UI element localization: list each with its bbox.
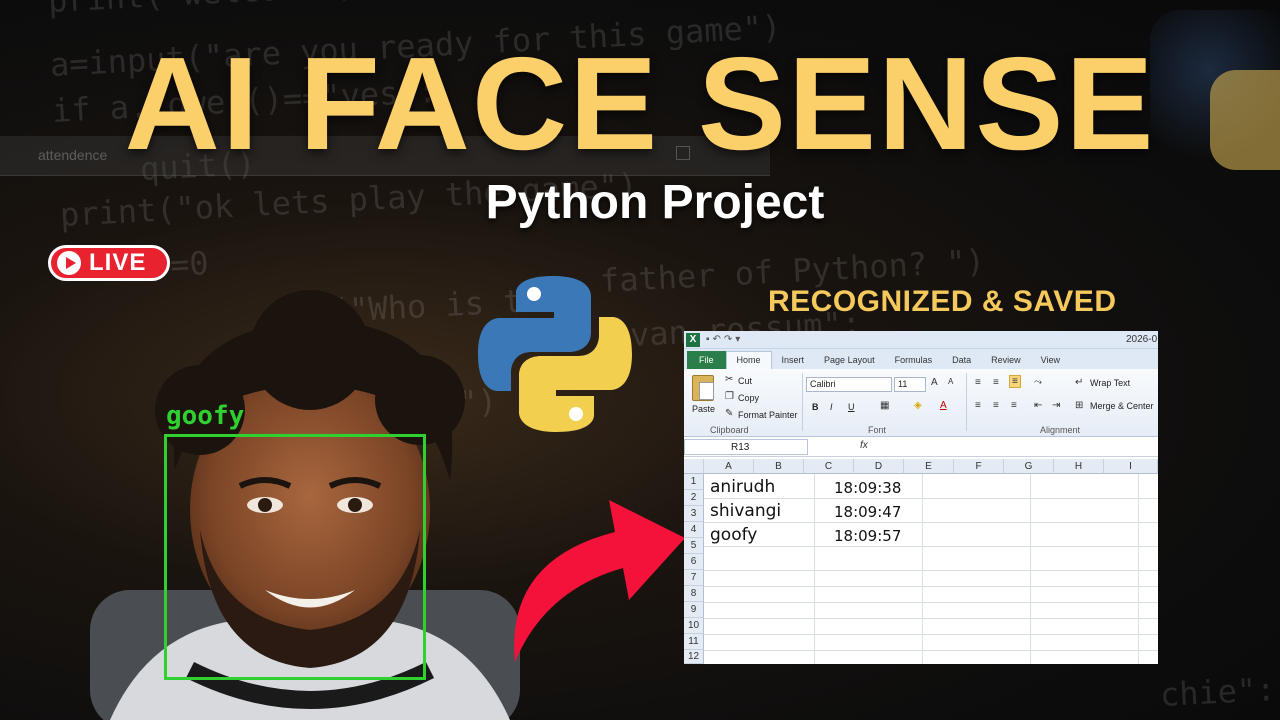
code-line: =0 bbox=[169, 244, 210, 284]
name-box[interactable]: R13 bbox=[684, 439, 808, 455]
tab-insert[interactable]: Insert bbox=[772, 355, 815, 369]
arrow-icon bbox=[514, 500, 685, 662]
column-header[interactable]: I bbox=[1104, 459, 1158, 474]
page-subtitle: Python Project bbox=[485, 176, 825, 229]
align-bottom-icon[interactable]: ≡ bbox=[1009, 375, 1021, 388]
copy-button[interactable]: Copy bbox=[738, 393, 759, 403]
excel-icon: X bbox=[686, 333, 700, 347]
merge-center-button[interactable]: Merge & Center bbox=[1090, 401, 1154, 411]
tab-home[interactable]: Home bbox=[725, 351, 772, 369]
column-header[interactable]: E bbox=[904, 459, 954, 474]
increase-indent-icon[interactable]: ⇥ bbox=[1052, 400, 1060, 411]
live-badge: LIVE bbox=[48, 245, 170, 281]
merge-center-icon: ⊞ bbox=[1075, 400, 1084, 411]
cell-time[interactable]: 18:09:57 bbox=[834, 527, 901, 545]
tab-review[interactable]: Review bbox=[981, 355, 1031, 369]
clipboard-group-label: Clipboard bbox=[710, 425, 749, 435]
row-header[interactable]: 1 bbox=[684, 474, 704, 490]
fill-color-icon[interactable]: ◈ bbox=[914, 400, 922, 411]
document-title: 2026-0 bbox=[1126, 334, 1158, 345]
quick-access-toolbar[interactable]: ▪↶↷▾ bbox=[706, 334, 743, 345]
cell-time[interactable]: 18:09:47 bbox=[834, 503, 901, 521]
live-badge-label: LIVE bbox=[89, 249, 147, 276]
bold-button[interactable]: B bbox=[812, 402, 819, 412]
page-title: AI FACE SENSE bbox=[124, 30, 1156, 177]
spreadsheet-grid[interactable]: A B C D E F G H I 1 2 3 4 5 6 7 8 9 10 1… bbox=[684, 459, 1158, 664]
borders-icon[interactable]: ▦ bbox=[880, 400, 889, 411]
italic-button[interactable]: I bbox=[830, 402, 833, 412]
paste-icon[interactable] bbox=[692, 375, 714, 401]
row-header[interactable]: 5 bbox=[684, 538, 704, 554]
paste-button[interactable]: Paste bbox=[692, 404, 715, 414]
excel-titlebar: X ▪↶↷▾ 2026-0 bbox=[684, 331, 1158, 349]
tab-data[interactable]: Data bbox=[942, 355, 981, 369]
ribbon: Paste ✂ Cut ❐ Copy ✎ Format Painter Clip… bbox=[684, 369, 1158, 437]
tab-file[interactable]: File bbox=[687, 351, 726, 369]
row-header[interactable]: 4 bbox=[684, 522, 704, 538]
align-left-icon[interactable]: ≡ bbox=[975, 400, 981, 411]
align-top-icon[interactable]: ≡ bbox=[975, 377, 981, 388]
ribbon-tabs: File Home Insert Page Layout Formulas Da… bbox=[684, 349, 1158, 369]
tab-formulas[interactable]: Formulas bbox=[885, 355, 943, 369]
shrink-font-icon[interactable]: A bbox=[948, 377, 953, 386]
underline-button[interactable]: U bbox=[848, 402, 855, 412]
decrease-indent-icon[interactable]: ⇤ bbox=[1034, 400, 1042, 411]
align-right-icon[interactable]: ≡ bbox=[1011, 400, 1017, 411]
cell-name[interactable]: goofy bbox=[710, 525, 757, 545]
excel-window: X ▪↶↷▾ 2026-0 File Home Insert Page Layo… bbox=[684, 331, 1158, 664]
cell-time[interactable]: 18:09:38 bbox=[834, 479, 901, 497]
code-line: chie": bbox=[1159, 669, 1277, 714]
row-header[interactable]: 8 bbox=[684, 586, 704, 602]
column-header[interactable]: G bbox=[1004, 459, 1054, 474]
format-painter-icon: ✎ bbox=[725, 408, 734, 419]
font-color-icon[interactable]: A bbox=[940, 400, 947, 411]
grow-font-icon[interactable]: A bbox=[931, 377, 938, 388]
column-header[interactable]: B bbox=[754, 459, 804, 474]
thumbnail: print("welcome") a=input("are you ready … bbox=[0, 0, 1280, 720]
wrap-text-button[interactable]: Wrap Text bbox=[1090, 378, 1130, 388]
column-header[interactable]: A bbox=[704, 459, 754, 474]
row-header[interactable]: 10 bbox=[684, 618, 704, 634]
row-header[interactable]: 6 bbox=[684, 554, 704, 570]
column-header[interactable]: H bbox=[1054, 459, 1104, 474]
column-header[interactable]: D bbox=[854, 459, 904, 474]
cell-name[interactable]: anirudh bbox=[710, 477, 775, 497]
row-header[interactable]: 3 bbox=[684, 506, 704, 522]
cut-icon: ✂ bbox=[725, 374, 734, 385]
wrap-text-icon: ↵ bbox=[1075, 377, 1084, 388]
orientation-icon[interactable]: ⤳ bbox=[1034, 377, 1042, 388]
play-icon bbox=[57, 251, 81, 275]
row-header[interactable]: 12 bbox=[684, 650, 704, 664]
font-name-select[interactable]: Calibri bbox=[806, 377, 892, 392]
copy-icon: ❐ bbox=[725, 391, 734, 402]
format-painter-button[interactable]: Format Painter bbox=[738, 410, 798, 420]
column-header[interactable]: C bbox=[804, 459, 854, 474]
select-all-corner[interactable] bbox=[684, 459, 704, 474]
fx-icon[interactable]: fx bbox=[860, 440, 868, 451]
face-label: goofy bbox=[166, 401, 245, 431]
row-header[interactable]: 9 bbox=[684, 602, 704, 618]
font-size-select[interactable]: 11 bbox=[894, 377, 926, 392]
tab-page-layout[interactable]: Page Layout bbox=[814, 355, 885, 369]
align-center-icon[interactable]: ≡ bbox=[993, 400, 999, 411]
row-header[interactable]: 7 bbox=[684, 570, 704, 586]
row-header[interactable]: 11 bbox=[684, 634, 704, 650]
python-logo-icon bbox=[478, 276, 632, 432]
recognized-saved-label: RECOGNIZED & SAVED bbox=[768, 285, 1117, 318]
column-header[interactable]: F bbox=[954, 459, 1004, 474]
row-header[interactable]: 2 bbox=[684, 490, 704, 506]
tab-view[interactable]: View bbox=[1031, 355, 1070, 369]
formula-bar: R13 fx bbox=[684, 437, 1158, 457]
align-middle-icon[interactable]: ≡ bbox=[993, 377, 999, 388]
code-line: print("welcome") bbox=[47, 0, 357, 20]
cut-button[interactable]: Cut bbox=[738, 376, 752, 386]
alignment-group-label: Alignment bbox=[1040, 425, 1081, 435]
font-group-label: Font bbox=[868, 425, 887, 435]
face-detection-box bbox=[164, 434, 426, 680]
cell-name[interactable]: shivangi bbox=[710, 501, 781, 521]
